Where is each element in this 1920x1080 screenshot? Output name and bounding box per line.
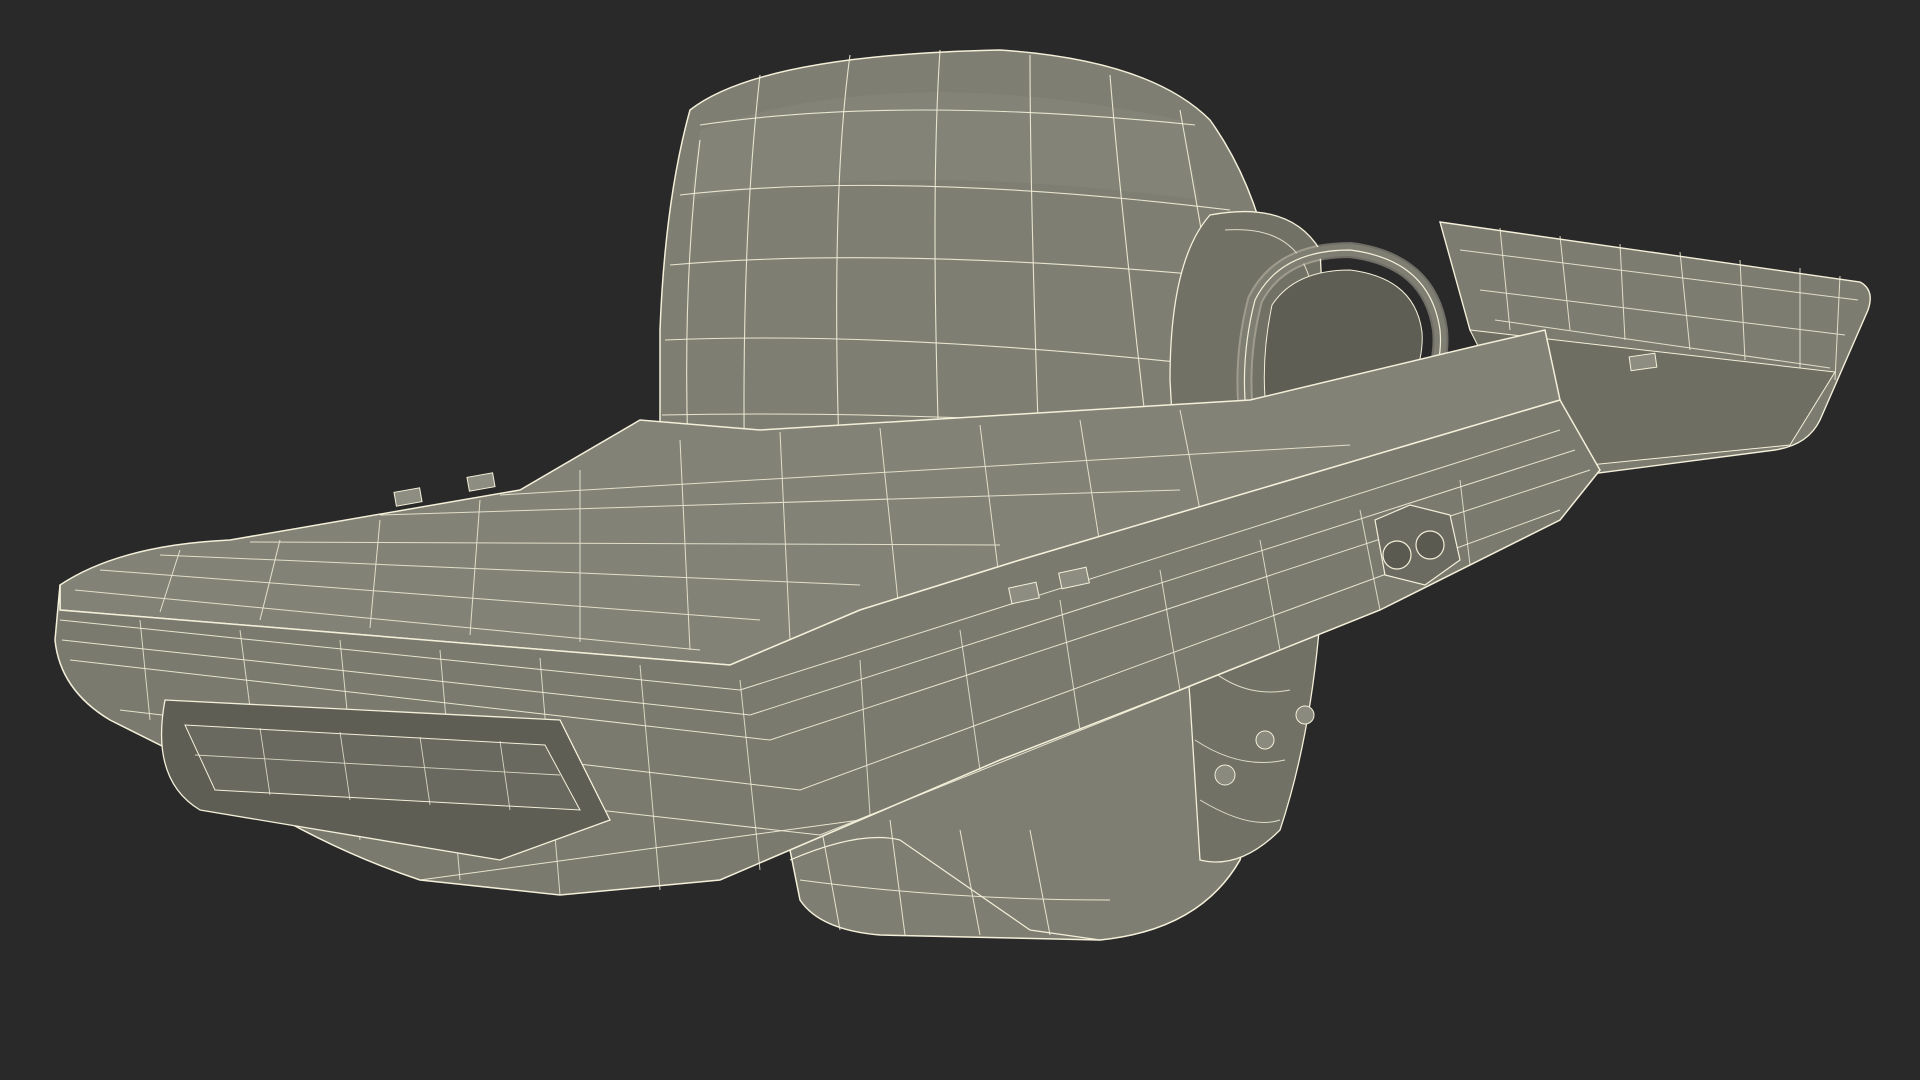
wireframe-render — [0, 0, 1920, 1080]
render-viewport — [0, 0, 1920, 1080]
